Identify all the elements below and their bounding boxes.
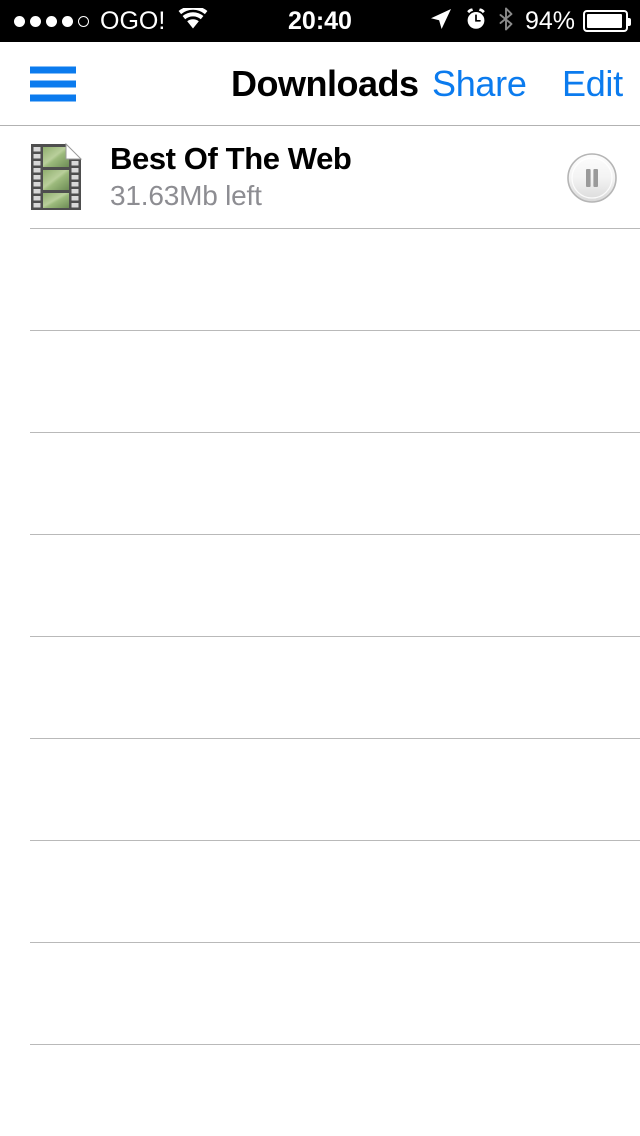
- location-arrow-icon: [429, 7, 453, 36]
- table-row[interactable]: Best Of The Web 31.63Mb left: [0, 127, 640, 229]
- bluetooth-icon: [498, 7, 514, 36]
- list-item: [0, 841, 640, 943]
- download-title: Best Of The Web: [110, 141, 352, 176]
- hamburger-bar: [30, 80, 76, 87]
- list-item: [0, 535, 640, 637]
- share-button[interactable]: Share: [432, 63, 527, 105]
- hamburger-bar: [30, 66, 76, 73]
- alarm-clock-icon: [464, 7, 488, 36]
- downloads-list[interactable]: Best Of The Web 31.63Mb left: [0, 127, 640, 1136]
- battery-percentage: 94%: [524, 6, 575, 35]
- battery-icon: [583, 10, 631, 32]
- download-status: 31.63Mb left: [110, 180, 262, 211]
- hamburger-menu-icon[interactable]: [30, 66, 76, 101]
- list-item: [0, 433, 640, 535]
- page-title: Downloads: [231, 62, 419, 104]
- row-text-block: Best Of The Web 31.63Mb left: [110, 140, 352, 214]
- list-item: [0, 1045, 640, 1136]
- app-screen: OGO! 20:40 94% Downloads Share Edit Best…: [0, 0, 640, 1136]
- navigation-bar: Downloads Share Edit: [0, 42, 640, 126]
- battery-fill: [587, 14, 622, 28]
- pause-button-icon[interactable]: [566, 152, 618, 204]
- edit-button[interactable]: Edit: [562, 63, 623, 105]
- status-bar: OGO! 20:40 94%: [0, 0, 640, 42]
- list-item: [0, 229, 640, 331]
- hamburger-bar: [30, 94, 76, 101]
- status-bar-right: 94%: [429, 6, 631, 36]
- list-item: [0, 331, 640, 433]
- list-item: [0, 943, 640, 1045]
- list-item: [0, 739, 640, 841]
- list-item: [0, 637, 640, 739]
- film-strip-icon: [29, 142, 83, 212]
